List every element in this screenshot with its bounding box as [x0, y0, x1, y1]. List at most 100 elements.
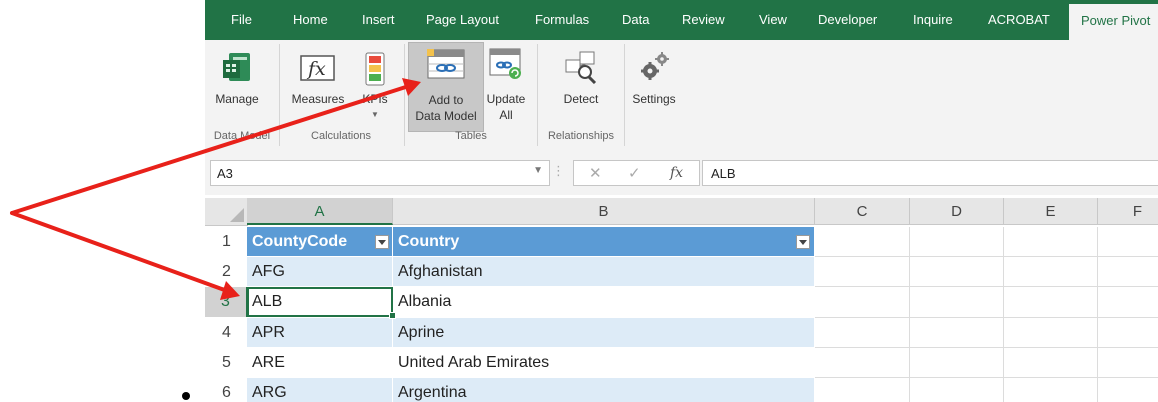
tab-home[interactable]: Home: [293, 0, 328, 40]
empty-cell[interactable]: [815, 227, 910, 257]
settings-label: Settings: [632, 92, 676, 106]
row-header[interactable]: 4: [205, 318, 248, 347]
name-box[interactable]: A3 ▼: [210, 160, 550, 186]
filter-dropdown-icon[interactable]: [375, 235, 389, 249]
empty-cell[interactable]: [1098, 348, 1158, 378]
empty-cell[interactable]: [1098, 257, 1158, 287]
row-header-selected[interactable]: 3: [205, 287, 248, 317]
add-to-data-model-icon: [427, 49, 465, 79]
empty-cell[interactable]: [1004, 257, 1098, 287]
tab-power-pivot[interactable]: Power Pivot: [1069, 4, 1158, 40]
add-to-label-line1: Add to: [428, 93, 464, 107]
annotation-arrow-to-cell-a3: [10, 211, 232, 294]
measures-button[interactable]: fx Measures: [285, 42, 351, 130]
insert-function-icon[interactable]: fx: [670, 165, 683, 181]
tab-view[interactable]: View: [759, 0, 787, 40]
empty-cell[interactable]: [1098, 378, 1158, 402]
manage-icon: [223, 53, 250, 81]
table-cell[interactable]: ARE: [247, 348, 393, 377]
table-cell[interactable]: Aprine: [393, 318, 815, 347]
name-box-value: A3: [217, 166, 233, 181]
row-header[interactable]: 2: [205, 257, 248, 286]
tab-insert[interactable]: Insert: [362, 0, 395, 40]
manage-button[interactable]: Manage: [208, 42, 266, 130]
empty-cell[interactable]: [910, 287, 1004, 318]
formula-input[interactable]: ALB: [702, 160, 1158, 186]
empty-cell[interactable]: [1098, 287, 1158, 318]
empty-cell[interactable]: [1004, 348, 1098, 378]
empty-cell[interactable]: [910, 227, 1004, 257]
empty-cell[interactable]: [1098, 227, 1158, 257]
kpis-label: KPIs: [362, 92, 388, 106]
tab-formulas[interactable]: Formulas: [535, 0, 589, 40]
update-all-button[interactable]: Update All: [483, 42, 529, 130]
column-header-b[interactable]: B: [393, 198, 815, 225]
tab-page-layout[interactable]: Page Layout: [426, 0, 499, 40]
tab-inquire[interactable]: Inquire: [913, 0, 953, 40]
update-label-line2: All: [499, 108, 513, 122]
table-cell[interactable]: Afghanistan: [393, 257, 815, 286]
column-header-d[interactable]: D: [910, 198, 1004, 225]
svg-text:fx: fx: [306, 58, 326, 80]
empty-cell[interactable]: [1098, 318, 1158, 348]
worksheet-grid: A B C D E F 1 CountyCode Country 2 AFG A…: [205, 195, 1158, 402]
group-tables: Tables: [455, 130, 487, 142]
empty-cell[interactable]: [815, 257, 910, 287]
cancel-icon[interactable]: ✕: [589, 164, 602, 182]
empty-cell[interactable]: [1004, 378, 1098, 402]
update-all-icon: [489, 48, 521, 79]
tab-developer[interactable]: Developer: [818, 0, 877, 40]
table-cell[interactable]: Albania: [393, 287, 815, 317]
empty-cell[interactable]: [815, 287, 910, 318]
tab-review[interactable]: Review: [682, 0, 725, 40]
name-box-dropdown-icon[interactable]: ▼: [533, 165, 543, 176]
table-cell[interactable]: APR: [247, 318, 393, 347]
bullet-dot: [182, 392, 190, 400]
empty-cell[interactable]: [910, 318, 1004, 348]
ribbon-power-pivot: Manage fx Measures KPIs ▼ Add to Data Mo…: [205, 40, 1158, 151]
column-title-countycode: CountyCode: [252, 233, 348, 250]
active-table-cell[interactable]: ALB: [247, 287, 393, 317]
detect-button[interactable]: Detect: [555, 42, 607, 130]
empty-cell[interactable]: [1004, 287, 1098, 318]
empty-cell[interactable]: [1004, 227, 1098, 257]
column-header-e[interactable]: E: [1004, 198, 1098, 225]
formula-bar: A3 ▼ ⋮ ✕ ✓ fx ALB: [205, 150, 1158, 195]
tab-data[interactable]: Data: [622, 0, 649, 40]
tab-file[interactable]: File: [231, 0, 252, 40]
table-cell[interactable]: ARG: [247, 378, 393, 402]
empty-cell[interactable]: [1004, 318, 1098, 348]
column-header-a[interactable]: A: [247, 198, 393, 225]
formula-value: ALB: [711, 166, 736, 181]
tab-acrobat[interactable]: ACROBAT: [988, 0, 1050, 40]
column-header-c[interactable]: C: [815, 198, 910, 225]
table-cell[interactable]: United Arab Emirates: [393, 348, 815, 377]
empty-cell[interactable]: [910, 378, 1004, 402]
add-to-data-model-button[interactable]: Add to Data Model: [408, 42, 484, 132]
manage-label: Manage: [215, 92, 259, 106]
select-all-button[interactable]: [205, 198, 248, 226]
measures-label: Measures: [291, 92, 345, 106]
table-header-cell[interactable]: Country: [393, 227, 815, 256]
row-header[interactable]: 6: [205, 378, 248, 402]
enter-icon[interactable]: ✓: [628, 164, 641, 182]
group-separator: [404, 44, 405, 146]
column-header-f[interactable]: F: [1098, 198, 1158, 225]
row-header[interactable]: 1: [205, 227, 248, 256]
detect-icon: [565, 51, 597, 84]
empty-cell[interactable]: [910, 257, 1004, 287]
empty-cell[interactable]: [815, 348, 910, 378]
filter-dropdown-icon[interactable]: [796, 235, 810, 249]
row-header[interactable]: 5: [205, 348, 248, 377]
table-cell[interactable]: AFG: [247, 257, 393, 286]
formula-bar-splitter[interactable]: ⋮: [552, 163, 565, 179]
fill-handle[interactable]: [389, 312, 396, 319]
empty-cell[interactable]: [815, 378, 910, 402]
kpis-button[interactable]: KPIs ▼: [355, 42, 395, 130]
table-cell[interactable]: Argentina: [393, 378, 815, 402]
settings-button[interactable]: Settings: [626, 42, 682, 130]
table-header-cell[interactable]: CountyCode: [247, 227, 393, 256]
kpis-dropdown-arrow-icon: ▼: [371, 110, 379, 119]
empty-cell[interactable]: [910, 348, 1004, 378]
empty-cell[interactable]: [815, 318, 910, 348]
